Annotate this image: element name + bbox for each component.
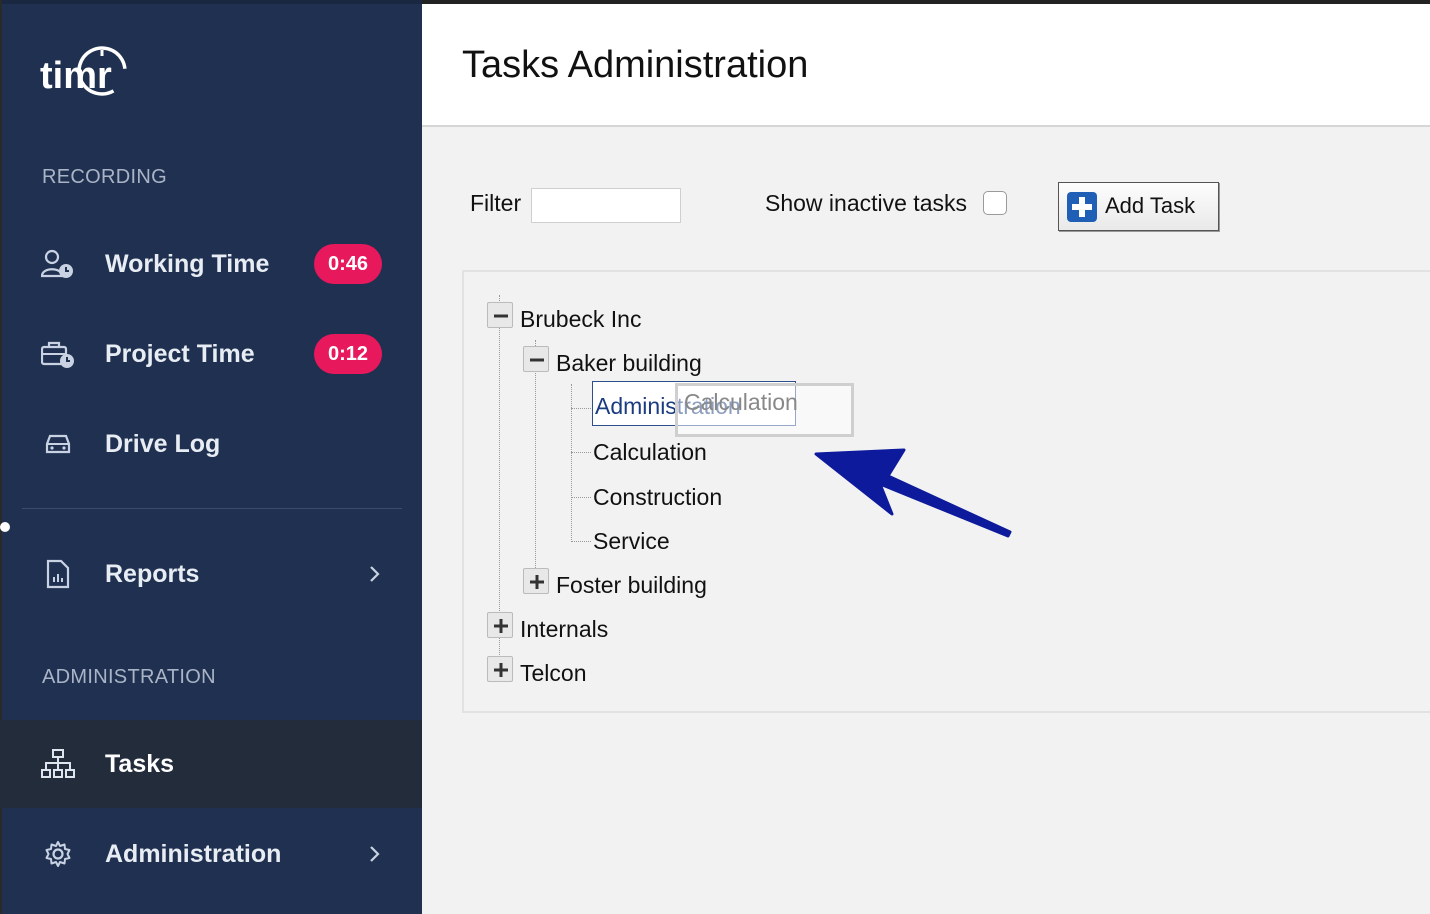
briefcase-clock-icon [40, 336, 76, 372]
expand-toggle[interactable] [487, 612, 513, 638]
sidebar-top-border [0, 0, 422, 4]
gear-icon [40, 836, 76, 872]
plus-icon [1067, 192, 1097, 222]
add-task-label: Add Task [1105, 193, 1196, 218]
tree-node-telcon[interactable]: Telcon [520, 660, 586, 687]
timr-logo: timr [40, 46, 127, 97]
tree-node-service[interactable]: Service [593, 528, 670, 555]
sidebar-item-label: Project Time [105, 339, 255, 368]
sidebar: timr RECORDING Working Time 0:46 Project… [0, 0, 422, 914]
tree-node-calculation[interactable]: Calculation [593, 439, 707, 466]
sidebar-item-drive-log[interactable]: Drive Log [0, 400, 422, 488]
filter-input[interactable] [531, 188, 681, 223]
sidebar-divider [22, 508, 402, 509]
minus-icon [530, 358, 544, 362]
main-content: Tasks Administration Filter Show inactiv… [422, 0, 1430, 914]
show-inactive-checkbox[interactable] [983, 191, 1007, 215]
tree-line [571, 541, 591, 542]
tree-node-internals[interactable]: Internals [520, 616, 608, 643]
expand-toggle[interactable] [487, 656, 513, 682]
tree-line [571, 497, 591, 498]
sidebar-item-project-time[interactable]: Project Time 0:12 [0, 310, 422, 398]
user-clock-icon [40, 246, 76, 282]
plus-icon [530, 575, 544, 589]
hierarchy-icon [40, 746, 76, 782]
car-icon [40, 426, 76, 462]
report-document-icon [40, 556, 76, 592]
tree-node-baker[interactable]: Baker building [556, 350, 702, 377]
working-time-badge: 0:46 [314, 244, 382, 284]
sidebar-item-tasks[interactable]: Tasks [0, 720, 422, 808]
page-header: Tasks Administration [422, 4, 1430, 127]
sidebar-item-administration[interactable]: Administration [0, 810, 422, 898]
section-administration: ADMINISTRATION [42, 666, 216, 688]
collapse-toggle[interactable] [487, 302, 513, 328]
page-title: Tasks Administration [462, 44, 809, 86]
drag-ghost-label: Calculation [684, 389, 798, 415]
tree-node-foster[interactable]: Foster building [556, 572, 707, 599]
sidebar-item-label: Tasks [105, 749, 175, 778]
chevron-right-icon [370, 566, 380, 582]
plus-icon [494, 619, 508, 633]
tree-line [571, 408, 591, 409]
project-time-badge: 0:12 [314, 334, 382, 374]
collapse-toggle[interactable] [523, 346, 549, 372]
annotation-arrow-icon [814, 448, 1012, 538]
svg-text:timr: timr [40, 55, 112, 97]
sidebar-item-label: Administration [105, 839, 282, 868]
sidebar-item-working-time[interactable]: Working Time 0:46 [0, 220, 422, 308]
filter-label: Filter [470, 190, 522, 216]
section-recording: RECORDING [42, 166, 167, 188]
plus-icon [494, 663, 508, 677]
tree-line [571, 452, 591, 453]
sidebar-item-reports[interactable]: Reports [0, 530, 422, 618]
show-inactive-label: Show inactive tasks [765, 190, 967, 216]
sidebar-item-label: Working Time [105, 249, 270, 278]
minus-icon [494, 314, 508, 318]
tree-node-brubeck[interactable]: Brubeck Inc [520, 306, 641, 333]
sidebar-item-label: Drive Log [105, 429, 221, 458]
chevron-right-icon [370, 846, 380, 862]
expand-toggle[interactable] [523, 568, 549, 594]
tree-node-construction[interactable]: Construction [593, 484, 722, 511]
tree-line [535, 340, 536, 586]
add-task-button[interactable]: Add Task [1058, 182, 1219, 231]
sidebar-item-label: Reports [105, 559, 200, 588]
